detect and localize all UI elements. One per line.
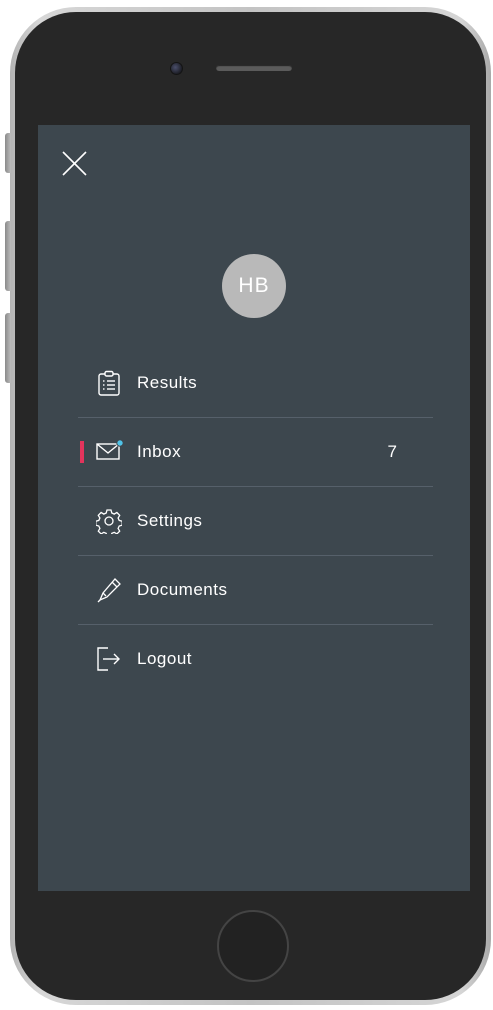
side-menu-screen: HB Results Inbox 7 Settings Documents Lo… bbox=[38, 125, 470, 891]
menu-item-logout[interactable]: Logout bbox=[78, 625, 433, 693]
volume-down-button bbox=[5, 313, 11, 383]
gear-icon bbox=[96, 508, 122, 534]
close-button[interactable] bbox=[61, 150, 89, 178]
menu-item-documents[interactable]: Documents bbox=[78, 556, 433, 625]
menu-item-label: Documents bbox=[137, 580, 228, 599]
inbox-count-badge: 7 bbox=[387, 442, 397, 461]
nav-menu: Results Inbox 7 Settings Documents Logou… bbox=[78, 349, 433, 693]
front-camera bbox=[170, 62, 183, 75]
volume-up-button bbox=[5, 221, 11, 291]
menu-item-label: Settings bbox=[137, 511, 203, 530]
close-icon bbox=[62, 151, 87, 176]
menu-item-inbox[interactable]: Inbox 7 bbox=[78, 418, 433, 487]
avatar-initials: HB bbox=[238, 274, 270, 297]
clipboard-icon bbox=[96, 370, 122, 396]
earpiece-speaker bbox=[216, 65, 292, 71]
menu-item-results[interactable]: Results bbox=[78, 349, 433, 418]
avatar[interactable]: HB bbox=[222, 254, 286, 318]
pen-icon bbox=[96, 577, 122, 603]
mail-icon bbox=[96, 439, 124, 465]
mute-switch bbox=[5, 133, 11, 173]
menu-item-label: Results bbox=[137, 373, 198, 392]
menu-item-label: Logout bbox=[137, 649, 192, 668]
active-indicator bbox=[80, 441, 84, 463]
menu-item-settings[interactable]: Settings bbox=[78, 487, 433, 556]
home-button[interactable] bbox=[217, 910, 289, 982]
menu-item-label: Inbox bbox=[137, 442, 182, 461]
logout-icon bbox=[96, 646, 122, 672]
